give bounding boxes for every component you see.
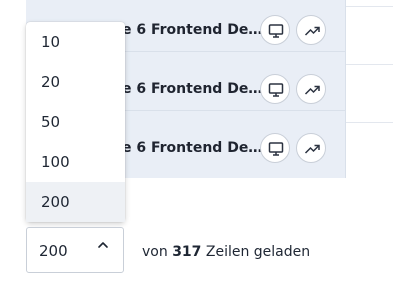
row-divider xyxy=(346,122,393,123)
status-suffix: Zeilen geladen xyxy=(205,244,311,260)
page-size-value: 200 xyxy=(39,242,68,260)
status-prefix: von xyxy=(142,244,168,260)
rows-count: 317 xyxy=(172,244,202,260)
page-size-option-200[interactable]: 200 xyxy=(26,182,125,222)
monitor-icon[interactable] xyxy=(260,133,290,163)
page-size-menu: 10 20 50 100 200 xyxy=(26,22,125,222)
monitor-icon[interactable] xyxy=(260,74,290,104)
trending-up-icon[interactable] xyxy=(296,15,326,45)
monitor-icon[interactable] xyxy=(260,15,290,45)
row-divider xyxy=(346,64,393,65)
page-size-option-10[interactable]: 10 xyxy=(26,22,125,62)
row-name: e 6 Frontend De… xyxy=(122,81,263,97)
chevron-up-icon xyxy=(98,242,108,248)
page-size-option-20[interactable]: 20 xyxy=(26,62,125,102)
row-name: e 6 Frontend De… xyxy=(122,140,263,156)
trending-up-icon[interactable] xyxy=(296,133,326,163)
page-size-select[interactable]: 200 xyxy=(26,227,124,273)
column-divider xyxy=(345,0,346,178)
rows-loaded-status: von 317 Zeilen geladen xyxy=(142,243,310,261)
trending-up-icon[interactable] xyxy=(296,74,326,104)
row-divider xyxy=(346,6,393,7)
row-name: e 6 Frontend De… xyxy=(122,22,263,38)
page-size-option-100[interactable]: 100 xyxy=(26,142,125,182)
page-size-option-50[interactable]: 50 xyxy=(26,102,125,142)
